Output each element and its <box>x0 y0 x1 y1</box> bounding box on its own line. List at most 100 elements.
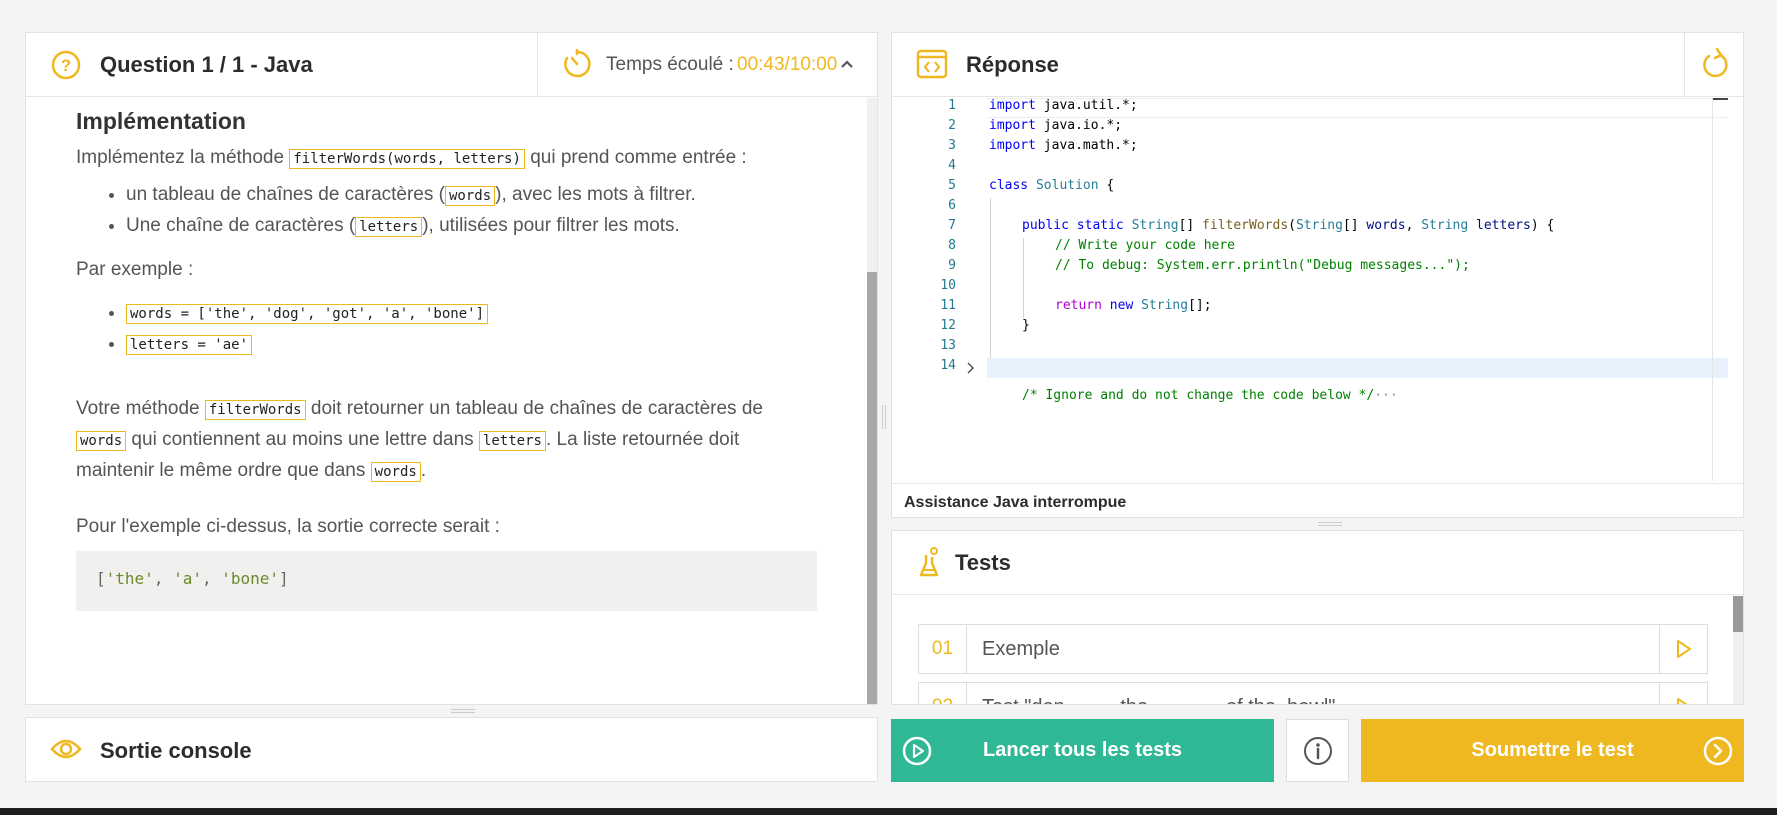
chevron-up-icon[interactable] <box>840 59 854 69</box>
fold-chevron-icon[interactable] <box>966 362 976 374</box>
response-title: Réponse <box>966 52 1059 77</box>
code-line: import java.io.*; <box>989 118 1123 133</box>
code-chip: letters <box>355 217 423 237</box>
play-icon <box>1676 698 1687 704</box>
svg-text:?: ? <box>61 56 71 75</box>
return-paragraph: Votre méthode filterWords doit retourner… <box>76 398 763 482</box>
submit-test-button[interactable]: Soumettre le test <box>1361 719 1744 782</box>
play-icon <box>1676 640 1691 658</box>
response-header: Réponse <box>892 33 1743 97</box>
line-number: 4 <box>948 158 956 173</box>
timer-label: Temps écoulé : <box>606 54 740 75</box>
console-panel[interactable]: Sortie console <box>25 717 878 782</box>
question-scrollbar[interactable] <box>867 98 877 704</box>
run-test-button[interactable] <box>1659 683 1707 704</box>
code-chip: filterWords(words, letters) <box>289 149 525 169</box>
example-list: words = ['the', 'dog', 'got', 'a', 'bone… <box>126 298 817 360</box>
line-number: 3 <box>948 138 956 153</box>
code-chip: words = ['the', 'dog', 'got', 'a', 'bone… <box>126 304 489 324</box>
line-number: 11 <box>940 298 956 313</box>
code-chip: words <box>76 431 127 451</box>
assist-status: Assistance Java interrompue <box>904 494 1127 511</box>
assist-status-bar: Assistance Java interrompue <box>892 483 1743 518</box>
input-list: un tableau de chaînes de caractères (wor… <box>126 180 817 242</box>
run-all-tests-label: Lancer tous les tests <box>983 739 1182 761</box>
list-item: Une chaîne de caractères (letters), util… <box>126 211 817 242</box>
test-label: Exemple <box>982 638 1060 660</box>
line-number: 6 <box>948 198 956 213</box>
eye-icon <box>50 735 82 763</box>
test-label: Test "don_____the_______of the_bowl" <box>982 696 1335 704</box>
code-line: // To debug: System.err.println("Debug m… <box>1055 258 1470 273</box>
test-number: 01 <box>919 625 967 673</box>
code-line: // Write your code here <box>1055 238 1236 253</box>
run-all-tests-button[interactable]: Lancer tous les tests <box>891 719 1274 782</box>
test-row[interactable]: 02 Test "don_____the_______of the_bowl" <box>918 682 1708 704</box>
tests-title: Tests <box>955 550 1011 575</box>
question-content[interactable]: Implémentation Implémentez la méthode fi… <box>26 98 877 704</box>
example-label: Par exemple : <box>76 259 194 280</box>
output-label: Pour l'exemple ci-dessus, la sortie corr… <box>76 516 500 537</box>
chevron-right-circle-icon <box>1702 735 1734 767</box>
play-circle-icon <box>901 735 933 767</box>
tests-header: Tests <box>892 531 1743 595</box>
line-number: 10 <box>940 278 956 293</box>
tests-scrollbar-thumb[interactable] <box>1733 596 1743 632</box>
line-number: 12 <box>940 318 956 333</box>
list-item: words = ['the', 'dog', 'got', 'a', 'bone… <box>126 298 817 329</box>
console-title: Sortie console <box>100 738 252 763</box>
reset-icon[interactable] <box>1700 48 1730 80</box>
timer-divider <box>537 33 538 97</box>
line-number: 7 <box>948 218 956 233</box>
question-scrollbar-thumb[interactable] <box>867 272 877 704</box>
code-editor[interactable]: 1 import java.util.*; 2 import java.io.*; … <box>892 98 1728 481</box>
code-window-icon <box>916 49 948 79</box>
test-row[interactable]: 01 Exemple <box>918 624 1708 674</box>
editor-scrollbar[interactable] <box>1712 98 1728 481</box>
reset-divider <box>1684 33 1685 97</box>
line-number: 5 <box>948 178 956 193</box>
tests-scrollbar[interactable] <box>1733 596 1743 704</box>
resize-handle[interactable] <box>1318 522 1342 526</box>
line-number: 9 <box>948 258 956 273</box>
code-chip: filterWords <box>204 400 306 420</box>
question-panel: ? Question 1 / 1 - Java Temps écoulé : 0… <box>25 32 878 705</box>
code-line: import java.math.*; <box>989 138 1138 153</box>
info-icon <box>1303 736 1332 765</box>
list-item: letters = 'ae' <box>126 329 817 360</box>
tests-panel: Tests 01 Exemple 02 Test "don_____the___… <box>891 530 1744 705</box>
taskbar-edge <box>0 808 1777 815</box>
splitter[interactable] <box>882 405 886 429</box>
response-panel: Réponse 1 import java.util.*; 2 import jav… <box>891 32 1744 518</box>
test-number: 02 <box>919 683 967 704</box>
line-number: 1 <box>948 98 956 113</box>
code-line: return new String[]; <box>1055 298 1212 313</box>
output-block: ['the', 'a', 'bone'] <box>76 551 817 611</box>
timer-value: 00:43/10:00 <box>737 54 838 75</box>
help-icon[interactable]: ? <box>51 50 81 80</box>
list-item: un tableau de chaînes de caractères (wor… <box>126 180 817 211</box>
question-title: Question 1 / 1 - Java <box>100 52 313 77</box>
code-line: /* Ignore and do not change the code bel… <box>1022 388 1398 403</box>
intro-paragraph: Implémentez la méthode filterWords(words… <box>76 147 747 169</box>
submit-test-label: Soumettre le test <box>1471 739 1634 761</box>
code-chip: words <box>444 186 496 206</box>
question-header: ? Question 1 / 1 - Java Temps écoulé : 0… <box>26 33 877 97</box>
code-chip: words <box>370 462 421 482</box>
info-button[interactable] <box>1286 719 1349 782</box>
line-number: 8 <box>948 238 956 253</box>
question-heading: Implémentation <box>76 108 246 134</box>
resize-handle[interactable] <box>451 709 475 713</box>
run-test-button[interactable] <box>1659 625 1707 673</box>
timer-icon <box>561 48 593 80</box>
line-number: 13 <box>940 338 956 353</box>
flask-icon <box>918 547 940 579</box>
code-chip: letters <box>478 431 546 451</box>
code-line: class Solution { <box>989 178 1115 193</box>
code-chip: letters = 'ae' <box>126 335 253 355</box>
code-line: public static String[] filterWords(Strin… <box>1022 218 1555 233</box>
line-number: 14 <box>940 358 956 373</box>
code-line: } <box>1022 318 1030 333</box>
code-line: import java.util.*; <box>989 98 1138 113</box>
line-number: 2 <box>948 118 956 133</box>
